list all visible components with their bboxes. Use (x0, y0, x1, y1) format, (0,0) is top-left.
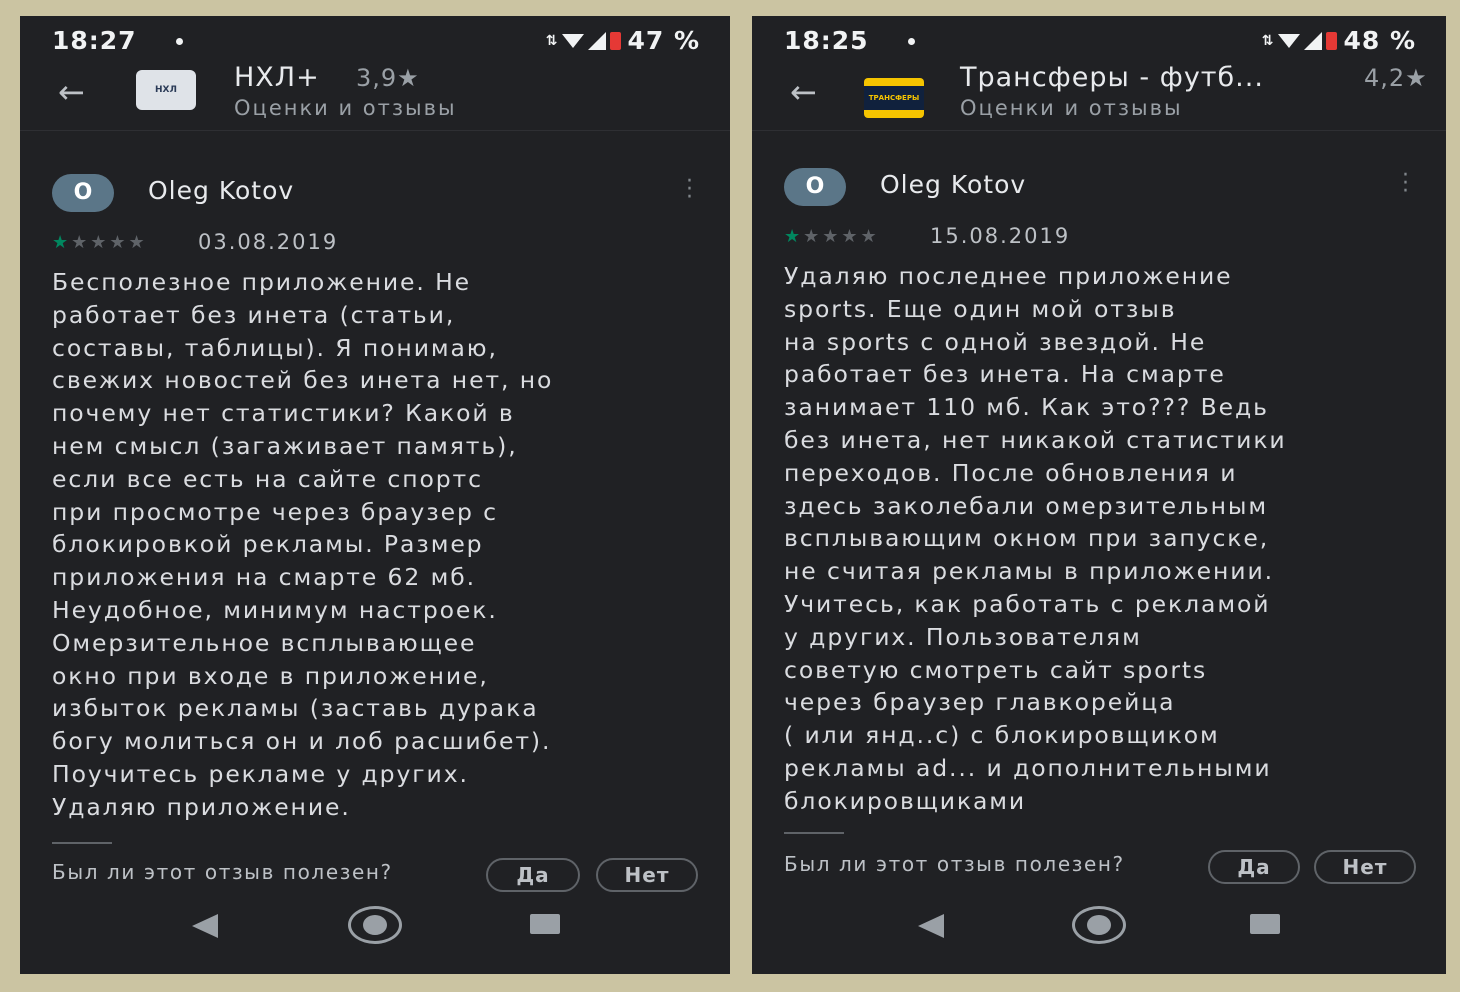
cell-signal-icon (588, 31, 607, 50)
review-card: O Oleg Kotov · · · ★★★★★ 03.08.2019 Беспол… (52, 171, 710, 914)
nav-home-icon[interactable] (348, 906, 402, 944)
status-icons: ⇅ 48 % (1262, 26, 1416, 55)
page-subtitle: Оценки и отзывы (234, 96, 457, 120)
phone-screen-right: 18:25 ⇅ 48 % ← ТРАНСФЕРЫ Трансферы - фут… (752, 16, 1446, 974)
app-header: ← ТРАНСФЕРЫ Трансферы - футб... 4,2★ Оце… (752, 60, 1446, 131)
star-filled-icon: ★ (784, 226, 804, 247)
review-author: Oleg Kotov (148, 176, 295, 205)
phone-screen-left: 18:27 ⇅ 47 % ← НХЛ НХЛ+ 3,9★ Оценки и от… (20, 16, 730, 974)
more-options-icon[interactable]: · · · (1402, 165, 1409, 203)
data-arrows-icon: ⇅ (1261, 32, 1275, 49)
helpful-yes-button[interactable]: Да (486, 858, 580, 892)
helpful-question: Был ли этот отзыв полезен? (784, 852, 1125, 876)
review-date: 03.08.2019 (198, 230, 339, 254)
cell-signal-icon (1304, 31, 1323, 50)
star-filled-icon: ★ (52, 232, 72, 253)
nav-recents-icon[interactable] (1250, 914, 1280, 934)
wifi-icon (1278, 33, 1301, 48)
review-text: Бесполезное приложение. Не работает без … (52, 268, 554, 821)
app-header: ← НХЛ НХЛ+ 3,9★ Оценки и отзывы (20, 60, 730, 131)
back-arrow-icon[interactable]: ← (790, 74, 830, 110)
app-rating: 4,2★ (1364, 64, 1428, 92)
status-time: 18:27 (52, 26, 137, 55)
app-logo: ТРАНСФЕРЫ (864, 78, 924, 118)
back-arrow-icon[interactable]: ← (58, 74, 98, 110)
review-date: 15.08.2019 (930, 224, 1071, 248)
divider (784, 832, 844, 834)
review-author: Oleg Kotov (880, 170, 1027, 199)
notification-dot-icon (908, 38, 915, 45)
helpful-yes-button[interactable]: Да (1208, 850, 1300, 884)
star-empty-icon: ★★★★ (71, 232, 148, 253)
status-bar: 18:25 ⇅ 48 % (784, 22, 1416, 58)
battery-icon (1326, 31, 1338, 50)
page-subtitle: Оценки и отзывы (960, 96, 1183, 120)
more-options-icon[interactable]: · · · (686, 171, 693, 209)
review-card: O Oleg Kotov · · · ★★★★★ 15.08.2019 Удаляю… (784, 165, 1426, 908)
battery-percent: 48 % (1343, 26, 1416, 55)
nav-back-icon[interactable] (192, 914, 218, 938)
star-empty-icon: ★★★★ (803, 226, 880, 247)
helpful-no-button[interactable]: Нет (596, 858, 698, 892)
avatar: O (784, 168, 846, 206)
battery-percent: 47 % (627, 26, 700, 55)
status-time: 18:25 (784, 26, 869, 55)
status-icons: ⇅ 47 % (546, 26, 700, 55)
app-logo: НХЛ (136, 70, 196, 110)
system-nav-bar (20, 906, 730, 946)
app-title: НХЛ+ (234, 62, 320, 93)
data-arrows-icon: ⇅ (545, 32, 559, 49)
nav-recents-icon[interactable] (530, 914, 560, 934)
star-rating: ★★★★★ (52, 232, 148, 253)
helpful-no-button[interactable]: Нет (1314, 850, 1416, 884)
wifi-icon (562, 33, 585, 48)
avatar: O (52, 174, 114, 212)
app-rating: 3,9★ (356, 64, 420, 92)
star-rating: ★★★★★ (784, 226, 880, 247)
battery-icon (610, 31, 622, 50)
divider (52, 842, 112, 844)
nav-home-icon[interactable] (1072, 906, 1126, 944)
status-bar: 18:27 ⇅ 47 % (52, 22, 700, 58)
system-nav-bar (752, 906, 1446, 946)
helpful-question: Был ли этот отзыв полезен? (52, 860, 393, 884)
review-text: Удаляю последнее приложение sports. Еще … (784, 262, 1287, 815)
notification-dot-icon (176, 38, 183, 45)
nav-back-icon[interactable] (918, 914, 944, 938)
app-title: Трансферы - футб... (960, 62, 1264, 93)
